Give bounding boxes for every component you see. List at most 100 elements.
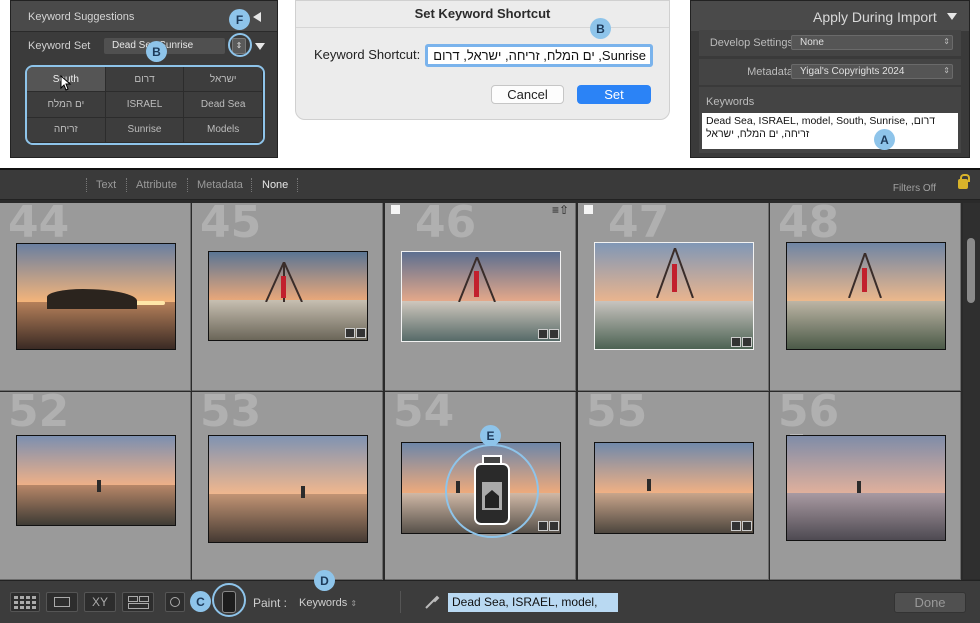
callout-badge-d: D: [314, 570, 335, 591]
develop-settings-select[interactable]: None ⇕: [791, 35, 953, 50]
import-keywords-input[interactable]: Dead Sea, ISRAEL, model, South, Sunrise,…: [702, 113, 958, 149]
badge-icon: [538, 329, 548, 339]
keyword-cell[interactable]: Models: [184, 117, 263, 143]
filter-attribute[interactable]: Attribute: [136, 179, 177, 191]
photo-sky: [209, 436, 367, 495]
photo-thumbnail[interactable]: [16, 435, 176, 526]
cell-index: 54: [393, 392, 455, 437]
develop-settings-row: Develop Settings None ⇕: [699, 30, 961, 56]
keyword-shortcut-input[interactable]: Sunrise, ים המלח, זריחה, ישראל, דרום: [425, 44, 653, 67]
spray-can-overlay: [445, 444, 539, 538]
flag-icon[interactable]: [584, 205, 593, 214]
keyword-cell[interactable]: ים המלח: [27, 92, 106, 118]
paint-mode-value: Keywords: [299, 597, 348, 609]
photo-sea: [17, 484, 175, 525]
callout-ring-f: [228, 33, 252, 57]
face-glyph: [170, 597, 180, 607]
cancel-button[interactable]: Cancel: [491, 85, 564, 104]
edit-badge-icon: [742, 521, 752, 531]
loupe-view-icon[interactable]: [46, 592, 78, 612]
paint-label: Paint :: [253, 596, 288, 610]
collapse-triangle-icon[interactable]: [253, 12, 261, 22]
callout-badge-e: E: [480, 425, 501, 446]
photo-thumbnail[interactable]: [594, 242, 754, 350]
sort-icon[interactable]: ≡⇧: [552, 203, 569, 217]
edit-badge-icon: [549, 521, 559, 531]
cell-index: 46: [415, 203, 477, 248]
keyword-cell[interactable]: דרום: [105, 67, 185, 93]
collapse-triangle-icon[interactable]: [947, 13, 957, 20]
spray-can-icon: [474, 455, 510, 525]
badge-icon: [345, 328, 355, 338]
photo-sky: [595, 443, 753, 493]
grid-cell[interactable]: 44: [0, 203, 191, 391]
apply-during-import-header[interactable]: Apply During Import: [691, 1, 969, 31]
stepper-icon: ⇕: [350, 599, 358, 608]
keyword-cell[interactable]: Sunrise: [105, 117, 185, 143]
divider: [126, 178, 127, 192]
cell-index: 44: [8, 203, 70, 248]
survey-view-icon[interactable]: [122, 592, 154, 612]
expand-triangle-icon[interactable]: [255, 43, 265, 50]
photo-thumbnail[interactable]: [208, 251, 368, 341]
filter-metadata[interactable]: Metadata: [197, 179, 243, 191]
vertical-scrollbar[interactable]: [963, 203, 980, 579]
cell-index: 53: [200, 392, 262, 437]
photo-thumbnail[interactable]: [401, 251, 561, 342]
mouse-cursor-icon: [60, 75, 72, 91]
grid-cell[interactable]: 55: [578, 392, 769, 580]
cell-index: 45: [200, 203, 262, 248]
divider: [400, 591, 401, 613]
photo-thumbnail[interactable]: [16, 243, 176, 350]
paint-keywords-input[interactable]: Dead Sea, ISRAEL, model,: [448, 593, 618, 612]
grid-cell[interactable]: 56: [770, 392, 961, 580]
filter-text[interactable]: Text: [96, 179, 116, 191]
keyword-cell[interactable]: זריחה: [27, 117, 106, 143]
survey-glyph: [128, 596, 138, 602]
library-toolbar: XY Paint : Keywords ⇕ Dead Sea, ISRAEL, …: [0, 580, 980, 623]
cell-index: 52: [8, 392, 70, 437]
keyword-cell[interactable]: ישראל: [184, 67, 263, 93]
grid-cell[interactable]: 48: [770, 203, 961, 391]
loupe-glyph: [54, 597, 70, 607]
grid-cell[interactable]: 53: [192, 392, 383, 580]
keyword-set-label: Keyword Set: [28, 40, 91, 52]
grid-view-icon[interactable]: [10, 592, 40, 612]
model-figure: [301, 486, 305, 498]
paint-mode-select[interactable]: Keywords ⇕: [299, 597, 357, 609]
done-button[interactable]: Done: [894, 592, 966, 613]
compare-view-icon[interactable]: XY: [84, 592, 116, 612]
keyword-suggestions-title: Keyword Suggestions: [28, 11, 135, 23]
scrollbar-thumb[interactable]: [967, 238, 975, 303]
photo-sea: [595, 492, 753, 533]
metadata-select[interactable]: Yigal's Copyrights 2024 ⇕: [791, 64, 953, 79]
lock-icon[interactable]: [958, 174, 970, 189]
grid-cell[interactable]: 46 ≡⇧: [385, 203, 576, 391]
develop-settings-value: None: [800, 37, 824, 48]
filters-off-toggle[interactable]: Filters Off: [893, 183, 936, 194]
people-view-icon[interactable]: [165, 592, 185, 612]
photo-thumbnail[interactable]: [786, 242, 946, 350]
filter-none[interactable]: None: [262, 179, 288, 191]
grid-cell[interactable]: 47: [578, 203, 769, 391]
apply-during-import-panel: Apply During Import Develop Settings Non…: [690, 0, 970, 158]
callout-badge-b: B: [146, 41, 167, 62]
photo-thumbnail[interactable]: [594, 442, 754, 534]
photo-thumbnail[interactable]: [208, 435, 368, 543]
tripod-sculpture: [265, 262, 303, 302]
callout-badge-b2: B: [590, 18, 611, 39]
tripod-sculpture: [458, 257, 496, 302]
eyedropper-icon[interactable]: [423, 593, 441, 611]
import-keywords-label: Keywords: [706, 96, 755, 108]
keyword-cell[interactable]: Dead Sea: [184, 92, 263, 118]
photo-thumbnail[interactable]: [786, 435, 946, 541]
set-button[interactable]: Set: [577, 85, 651, 104]
tripod-sculpture: [656, 248, 694, 298]
divider: [251, 178, 252, 192]
grid-cell[interactable]: 45: [192, 203, 383, 391]
grid-cell[interactable]: 52: [0, 392, 191, 580]
edit-badge-icon: [742, 337, 752, 347]
flag-icon[interactable]: [391, 205, 400, 214]
keyword-cell[interactable]: ISRAEL: [105, 92, 185, 118]
callout-badge-f: F: [229, 9, 250, 30]
